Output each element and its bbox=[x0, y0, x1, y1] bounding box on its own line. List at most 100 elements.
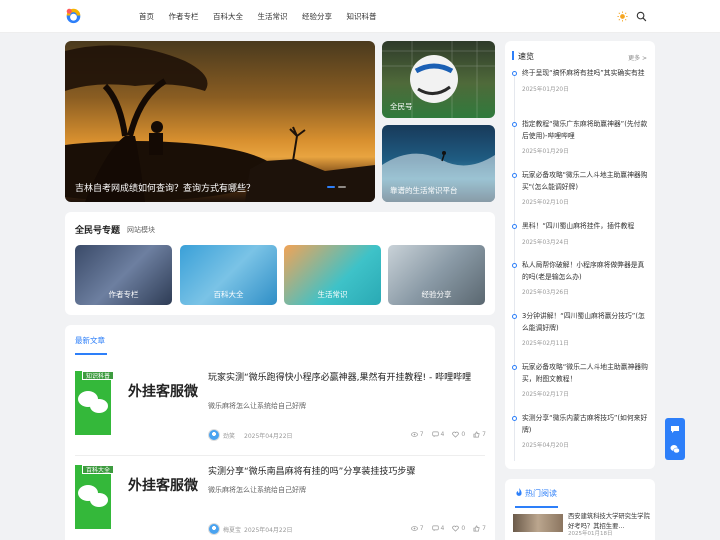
comments-stat[interactable]: 4 bbox=[431, 525, 444, 532]
news-item-date: 2025年04月20日 bbox=[522, 443, 569, 449]
article-date: 2025年04月22日 bbox=[244, 527, 293, 534]
article-desc: 微乐麻将怎么让系统给自己好牌 bbox=[208, 486, 306, 494]
topic-author-column[interactable]: 作者专栏 bbox=[75, 245, 172, 305]
hero-slide[interactable]: 吉林自考网成绩如何查询？查询方式有哪些？ bbox=[65, 41, 375, 202]
heart-icon bbox=[452, 525, 460, 532]
comments-stat[interactable]: 4 bbox=[431, 431, 444, 438]
nav-author-column[interactable]: 作者专栏 bbox=[169, 11, 199, 22]
shares-stat[interactable]: 7 bbox=[473, 525, 486, 532]
theme-sun-icon[interactable] bbox=[617, 11, 628, 22]
author-name[interactable]: 梅夏宝 bbox=[223, 525, 241, 534]
topic-label: 百科大全 bbox=[213, 290, 244, 299]
hot-reading-title[interactable]: 热门阅读 bbox=[525, 488, 557, 499]
article-title[interactable]: 玩家实测“微乐跑得快小程序必赢神器,果然有开挂教程! - 哔哩哔哩 bbox=[208, 371, 486, 385]
article-desc: 微乐麻将怎么让系统给自己好牌 bbox=[208, 402, 306, 410]
news-item[interactable]: 私人局帮你破解！小程序麻将做弊器是真的吗(老是输怎么办) 2025年03月26日 bbox=[512, 260, 648, 296]
news-item[interactable]: 玩家必备攻略“微乐二人斗地主助赢神器购买，附图文教程！ 2025年02月17日 bbox=[512, 362, 648, 398]
nav-home[interactable]: 首页 bbox=[139, 11, 154, 22]
news-item[interactable]: 实测分享“微乐内蒙古麻将技巧”(如何来好牌) 2025年04月20日 bbox=[512, 413, 648, 449]
topics-title: 全民号专题 bbox=[75, 226, 121, 236]
news-title: 速览 bbox=[518, 52, 534, 61]
news-item[interactable]: 指定教程“微乐广东麻将助赢神器”(先付款后使用)-哔哩哔哩 2025年01月29日 bbox=[512, 119, 648, 155]
article-meta: 梅夏宝 2025年04月22日 7 4 0 7 bbox=[208, 523, 486, 535]
hot-item-date: 2025年01月18日 bbox=[568, 531, 613, 537]
article-stats: 7 4 0 7 bbox=[410, 431, 486, 438]
category-tag[interactable]: 百科大全 bbox=[82, 465, 115, 474]
topics-subtitle: 网站模块 bbox=[127, 226, 155, 234]
news-item-title[interactable]: 玩家必备攻略"微乐二人斗地主助赢神器购买"(怎么能调好牌) bbox=[522, 170, 648, 193]
news-more-link[interactable]: 更多 > bbox=[628, 53, 647, 62]
hot-reading-card: 热门阅读 西安建筑科技大学研究生学院好考吗？其招生要... 2025年01月18… bbox=[505, 479, 655, 540]
hero-dot-1[interactable] bbox=[327, 186, 335, 188]
thumbnail-text: 外挂客服微 bbox=[128, 384, 198, 400]
news-item-date: 2025年01月20日 bbox=[522, 86, 569, 93]
news-item-title[interactable]: 实测分享“微乐内蒙古麻将技巧”(如何来好牌) bbox=[522, 413, 648, 436]
nav-encyclopedia[interactable]: 百科大全 bbox=[213, 11, 243, 22]
topic-life-tips[interactable]: 生活常识 bbox=[284, 245, 381, 305]
shares-stat[interactable]: 7 bbox=[473, 431, 486, 438]
hero-side-label-1: 全民号 bbox=[390, 102, 413, 111]
topic-experience[interactable]: 经验分享 bbox=[388, 245, 485, 305]
site-logo[interactable] bbox=[65, 7, 82, 24]
news-item[interactable]: 玩家必备攻略"微乐二人斗地主助赢神器购买"(怎么能调好牌) 2025年02月10日 bbox=[512, 170, 648, 206]
nav-life-tips[interactable]: 生活常识 bbox=[258, 11, 288, 22]
hero-side-card-2[interactable]: 靠谱的生活常识平台 bbox=[382, 125, 495, 202]
search-icon[interactable] bbox=[636, 11, 647, 22]
likes-stat[interactable]: 0 bbox=[452, 431, 465, 438]
news-item-date: 2025年02月17日 bbox=[522, 392, 569, 398]
nav-science[interactable]: 知识科普 bbox=[347, 11, 377, 22]
heart-icon bbox=[452, 431, 460, 438]
topic-encyclopedia[interactable]: 百科大全 bbox=[180, 245, 277, 305]
hot-item-thumbnail[interactable] bbox=[513, 514, 563, 532]
news-item-title[interactable]: 黑科！“四川蜀山麻将挂件，插件教程 bbox=[522, 221, 648, 233]
news-item-title[interactable]: 终于呈现“搞怀麻将有挂吗”其实确实有挂 bbox=[522, 68, 648, 80]
category-tag[interactable]: 知识科普 bbox=[82, 371, 115, 380]
likes-stat[interactable]: 0 bbox=[452, 525, 465, 532]
article-date: 2025年04月22日 bbox=[244, 433, 293, 440]
nav-experience[interactable]: 经验分享 bbox=[302, 11, 332, 22]
article-thumbnail[interactable]: 外挂客服微 百科大全 bbox=[75, 465, 199, 529]
news-item[interactable]: 3分钟讲解！“四川蜀山麻将赢分技巧”(怎么能调好牌) 2025年02月11日 bbox=[512, 311, 648, 347]
views-stat: 7 bbox=[410, 431, 424, 438]
latest-articles-card: 最新文章 外挂客服微 知识科普 玩家实测“微乐跑得快小程序必赢神器,果然有开挂教… bbox=[65, 325, 495, 540]
hero-pagination bbox=[327, 186, 346, 188]
wechat-contact-icon[interactable] bbox=[670, 444, 680, 454]
news-item-title[interactable]: 3分钟讲解！“四川蜀山麻将赢分技巧”(怎么能调好牌) bbox=[522, 311, 648, 334]
article-title[interactable]: 实测分享“微乐南昌麻将有挂的吗”分享装挂技巧步骤 bbox=[208, 465, 486, 479]
hero-dot-2[interactable] bbox=[338, 186, 346, 188]
main-nav: 首页 作者专栏 百科大全 生活常识 经验分享 知识科普 bbox=[139, 0, 391, 33]
hero-side-label-2: 靠谱的生活常识平台 bbox=[390, 186, 458, 195]
topics-card: 全民号专题 网站模块 作者专栏 百科大全 生活常识 经验分享 bbox=[65, 212, 495, 315]
news-item-title[interactable]: 私人局帮你破解！小程序麻将做弊器是真的吗(老是输怎么办) bbox=[522, 260, 648, 283]
news-item-date: 2025年03月26日 bbox=[522, 290, 569, 296]
article-stats: 7 4 0 7 bbox=[410, 525, 486, 532]
news-item-date: 2025年02月10日 bbox=[522, 200, 569, 206]
avatar[interactable] bbox=[208, 523, 220, 535]
thumbnail-text: 外挂客服微 bbox=[128, 478, 198, 494]
author-name[interactable]: 劲笑 bbox=[223, 431, 235, 440]
article-meta: 劲笑 2025年04月22日 7 4 0 7 bbox=[208, 429, 486, 441]
hero-side-card-1[interactable]: 全民号 bbox=[382, 41, 495, 118]
news-item-title[interactable]: 玩家必备攻略“微乐二人斗地主助赢神器购买，附图文教程！ bbox=[522, 362, 648, 385]
article-item[interactable]: 外挂客服微 知识科普 玩家实测“微乐跑得快小程序必赢神器,果然有开挂教程! - … bbox=[75, 371, 486, 461]
views-stat: 7 bbox=[410, 525, 424, 532]
topic-label: 生活常识 bbox=[317, 290, 348, 299]
article-thumbnail[interactable]: 外挂客服微 知识科普 bbox=[75, 371, 199, 435]
tab-underline bbox=[75, 353, 107, 355]
flame-icon bbox=[516, 488, 522, 496]
topic-label: 作者专栏 bbox=[108, 290, 139, 299]
news-item-title[interactable]: 指定教程“微乐广东麻将助赢神器”(先付款后使用)-哔哩哔哩 bbox=[522, 119, 648, 142]
news-item[interactable]: 终于呈现“搞怀麻将有挂吗”其实确实有挂 2025年01月20日 bbox=[512, 68, 648, 93]
news-item[interactable]: 黑科！“四川蜀山麻将挂件，插件教程 2025年03月24日 bbox=[512, 221, 648, 246]
article-item[interactable]: 外挂客服微 百科大全 实测分享“微乐南昌麻将有挂的吗”分享装挂技巧步骤 微乐麻将… bbox=[75, 465, 486, 540]
news-item-date: 2025年03月24日 bbox=[522, 239, 569, 246]
avatar[interactable] bbox=[208, 429, 220, 441]
chat-icon[interactable] bbox=[670, 424, 680, 434]
news-title-bar bbox=[512, 51, 514, 60]
article-divider bbox=[75, 455, 485, 456]
floating-contact-buttons bbox=[665, 418, 685, 460]
thumbs-up-icon bbox=[473, 431, 480, 438]
tab-latest-articles[interactable]: 最新文章 bbox=[75, 335, 105, 346]
hero-title[interactable]: 吉林自考网成绩如何查询？查询方式有哪些？ bbox=[75, 181, 255, 194]
eye-icon bbox=[410, 526, 418, 531]
